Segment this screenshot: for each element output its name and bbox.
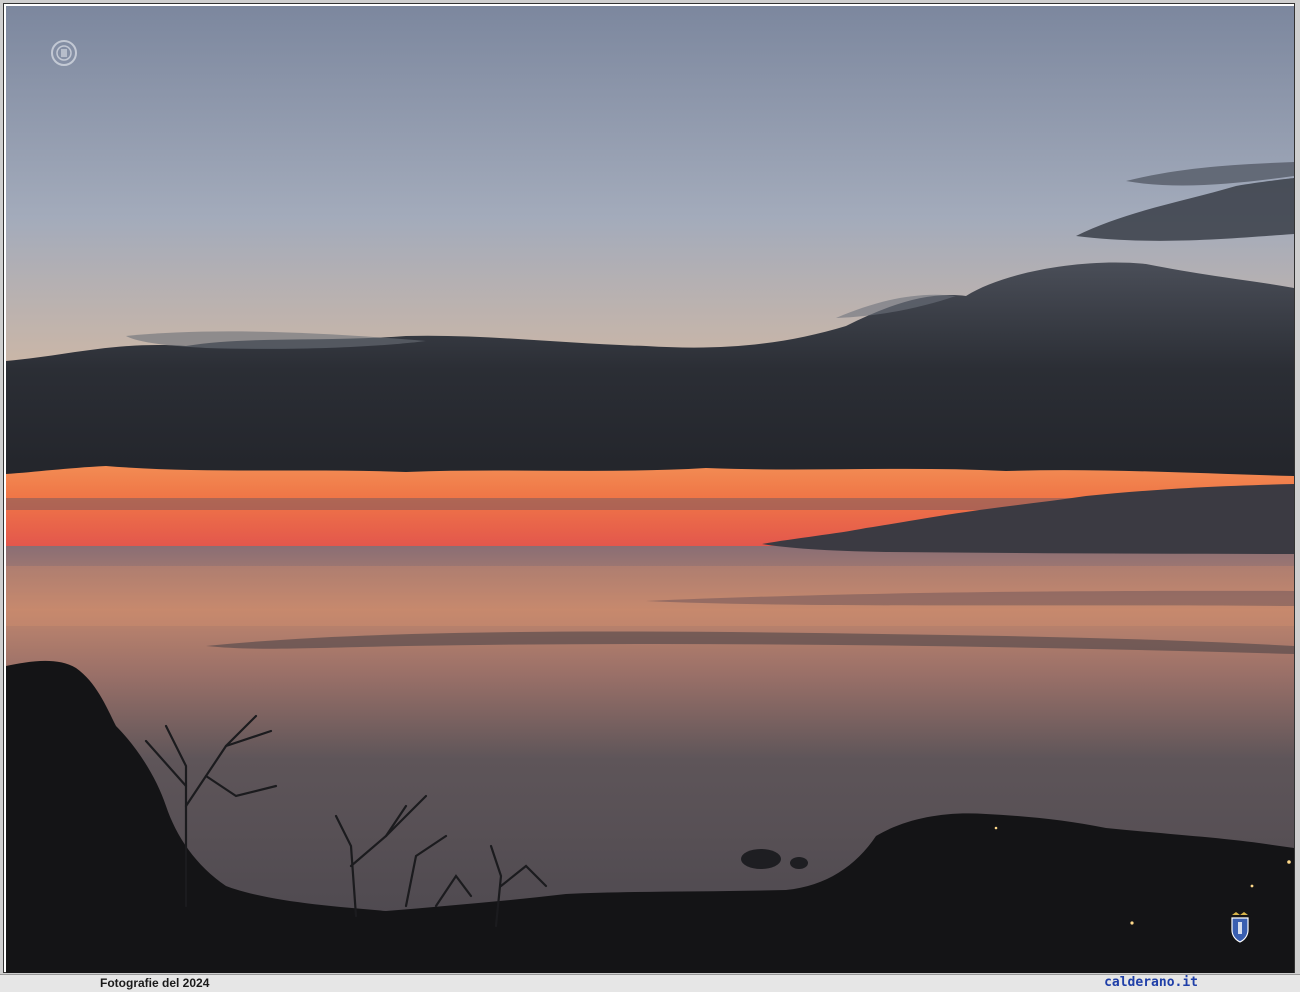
footer-bar: Fotografie del 2024 calderano.it <box>0 974 1300 992</box>
sunset-photo <box>6 6 1294 973</box>
rock <box>741 849 781 869</box>
photo <box>6 6 1294 973</box>
rock <box>790 857 808 869</box>
viewer-frame: Fotografie del 2024 calderano.it <box>0 0 1300 992</box>
photo-caption: Fotografie del 2024 <box>100 976 210 990</box>
site-link[interactable]: calderano.it <box>1104 975 1198 991</box>
